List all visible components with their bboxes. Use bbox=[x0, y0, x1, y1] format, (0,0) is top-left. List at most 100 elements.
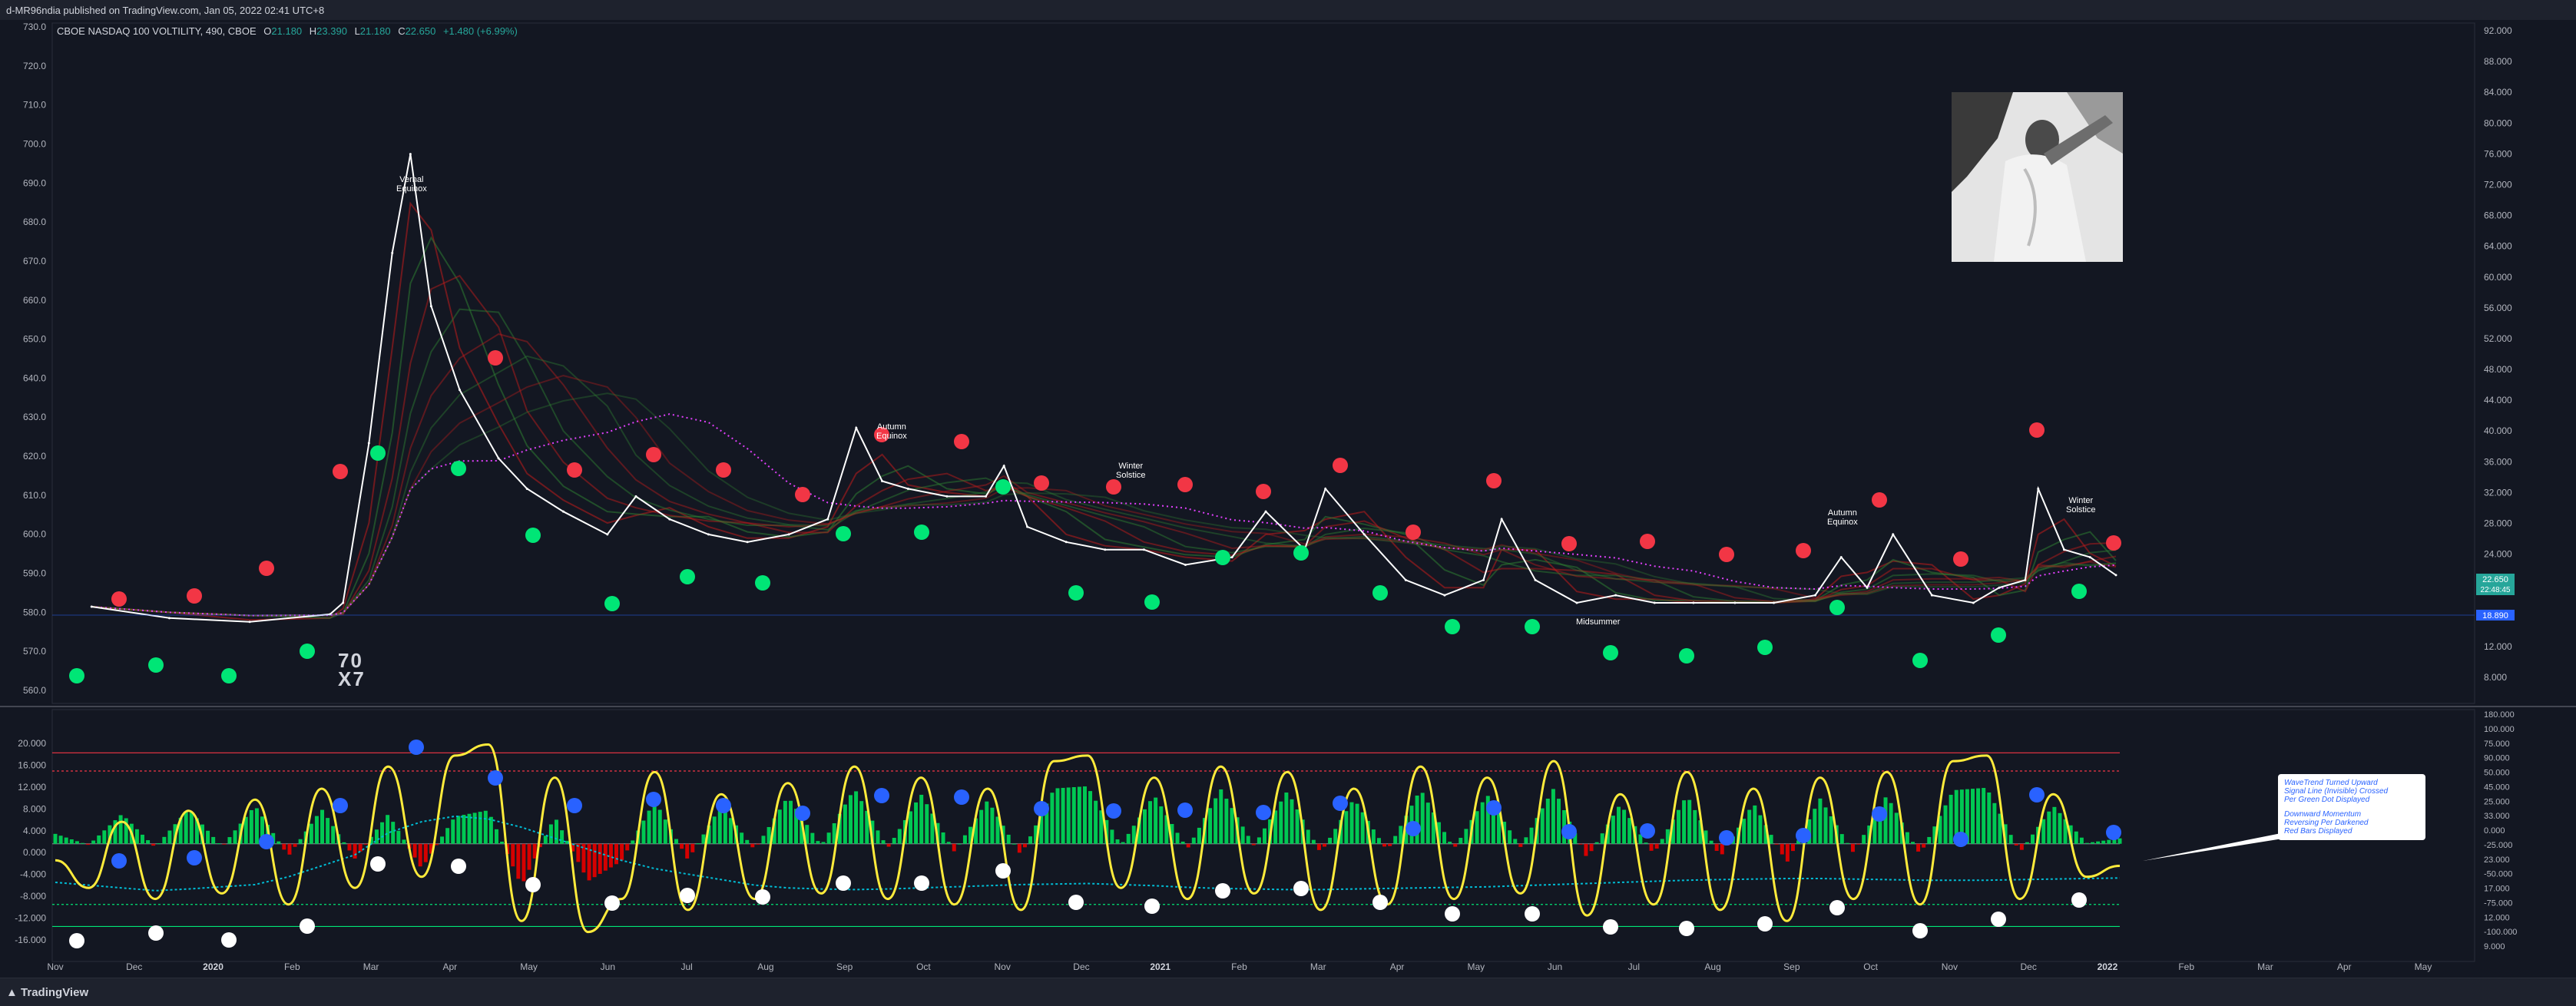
legend-change: +1.480 (+6.99%) bbox=[442, 25, 518, 37]
blue-osc-dot bbox=[954, 789, 969, 805]
histogram-bar bbox=[892, 838, 896, 844]
blue-osc-dot bbox=[2029, 787, 2045, 802]
histogram-bar bbox=[326, 818, 330, 844]
histogram-bar bbox=[690, 843, 695, 852]
green-signal-dot bbox=[680, 569, 695, 584]
price-point bbox=[606, 533, 609, 536]
histogram-bar bbox=[1529, 827, 1534, 844]
price-point bbox=[458, 389, 461, 392]
watermark-line-2: X7 bbox=[338, 667, 366, 690]
histogram-bar bbox=[2014, 843, 2018, 846]
histogram-bar bbox=[1894, 812, 1899, 844]
x-axis-tick: Feb bbox=[284, 961, 300, 972]
price-point bbox=[945, 495, 949, 498]
histogram-bar bbox=[1829, 816, 1833, 844]
chart-svg[interactable]: 730.0 720.0 710.0 700.0 690.0 680.0 670.0 660.0… bbox=[0, 0, 2576, 978]
blue-osc-dot bbox=[488, 770, 503, 786]
red-signal-dot bbox=[1953, 551, 1968, 567]
osc-right-axis-tick: 100.000 bbox=[2484, 725, 2515, 734]
price-point bbox=[367, 442, 370, 445]
histogram-bar bbox=[1475, 811, 1479, 844]
right-axis-tick: 80.000 bbox=[2484, 117, 2512, 128]
price-point bbox=[2024, 578, 2027, 581]
legend-title: CBOE NASDAQ 100 VOLTILITY, 490, CBOE bbox=[57, 25, 257, 37]
last-price-value: 22.650 bbox=[2482, 575, 2508, 584]
price-point bbox=[1362, 533, 1366, 536]
histogram-bar bbox=[293, 843, 297, 847]
histogram-bar bbox=[740, 832, 744, 844]
histogram-bar bbox=[2091, 842, 2095, 844]
histogram-bar bbox=[74, 841, 79, 844]
histogram-bar bbox=[102, 830, 107, 844]
price-point bbox=[746, 541, 749, 544]
right-axis-tick: 88.000 bbox=[2484, 56, 2512, 67]
x-axis-tick: Dec bbox=[126, 961, 142, 972]
histogram-bar bbox=[908, 811, 912, 844]
left-axis-tick: 570.0 bbox=[23, 646, 46, 657]
histogram-bar bbox=[1371, 829, 1376, 844]
price-point bbox=[1998, 586, 2001, 589]
histogram-bar bbox=[1066, 787, 1071, 844]
annotation-winter-2: Winter Solstice bbox=[2066, 496, 2096, 515]
red-signal-dot bbox=[1333, 458, 1348, 473]
histogram-bar bbox=[1279, 801, 1283, 844]
left-axis-tick: 650.0 bbox=[23, 334, 46, 345]
histogram-bar bbox=[1693, 809, 1697, 844]
price-point bbox=[1653, 601, 1656, 604]
ribbon-line-2 bbox=[91, 236, 2117, 619]
blue-osc-dot bbox=[1796, 828, 1811, 843]
histogram-bar bbox=[2084, 842, 2089, 844]
histogram-bar bbox=[1753, 805, 1757, 844]
histogram-bar bbox=[1649, 843, 1654, 851]
histogram-bar bbox=[1720, 843, 1724, 855]
annotation-autumn-1-text: Autumn Equinox bbox=[876, 422, 907, 441]
histogram-bar bbox=[914, 802, 919, 844]
green-signal-dot bbox=[1679, 648, 1694, 663]
histogram-bar bbox=[217, 843, 221, 845]
histogram-bar bbox=[314, 816, 319, 844]
histogram-bar bbox=[548, 824, 553, 844]
histogram-bar bbox=[2117, 838, 2122, 844]
histogram-bar bbox=[1524, 837, 1528, 844]
histogram-bar bbox=[1251, 843, 1256, 846]
histogram-bar bbox=[1677, 809, 1681, 844]
left-axis-tick: 700.0 bbox=[23, 138, 46, 149]
symbol-legend[interactable]: CBOE NASDAQ 100 VOLTILITY, 490, CBOE O21… bbox=[57, 25, 518, 37]
red-signal-dot bbox=[795, 487, 810, 502]
histogram-bar bbox=[1094, 800, 1098, 844]
histogram-bar bbox=[603, 843, 608, 871]
osc-right-axis-tick: 23.000 bbox=[2484, 855, 2510, 865]
legend-l-value: 21.180 bbox=[359, 25, 391, 37]
histogram-bar bbox=[728, 818, 733, 844]
price-point bbox=[1065, 541, 1068, 544]
histogram-bar bbox=[69, 839, 74, 844]
white-osc-dot bbox=[300, 918, 315, 934]
white-osc-dot bbox=[604, 895, 620, 911]
histogram-bar bbox=[761, 836, 766, 844]
blue-osc-dot bbox=[1561, 824, 1577, 839]
price-point bbox=[1575, 601, 1578, 604]
histogram-bar bbox=[1709, 840, 1713, 844]
histogram-bar bbox=[810, 832, 815, 844]
histogram-bar bbox=[211, 836, 216, 844]
left-axis-tick: 640.0 bbox=[23, 372, 46, 383]
white-osc-dot bbox=[914, 875, 929, 891]
histogram-bar bbox=[614, 843, 619, 865]
green-signal-dot bbox=[1445, 619, 1460, 634]
histogram-bar bbox=[2019, 843, 2024, 850]
histogram-bar bbox=[86, 843, 91, 846]
histogram-bar bbox=[1142, 809, 1147, 844]
price-point bbox=[707, 533, 710, 536]
blue-osc-dot bbox=[1953, 832, 1968, 847]
histogram-bar bbox=[1644, 842, 1648, 844]
right-axis-tick: 36.000 bbox=[2484, 456, 2512, 467]
histogram-bar bbox=[598, 843, 602, 874]
red-signal-dot bbox=[2029, 422, 2045, 438]
histogram-bar bbox=[985, 801, 989, 844]
price-point bbox=[906, 487, 909, 490]
tradingview-logo[interactable]: ▲ TradingView bbox=[6, 986, 88, 999]
price-point bbox=[1443, 594, 1446, 597]
osc-right-axis-tick: -25.000 bbox=[2484, 841, 2512, 850]
histogram-bar bbox=[396, 830, 401, 844]
blue-osc-dot bbox=[1406, 821, 1421, 836]
